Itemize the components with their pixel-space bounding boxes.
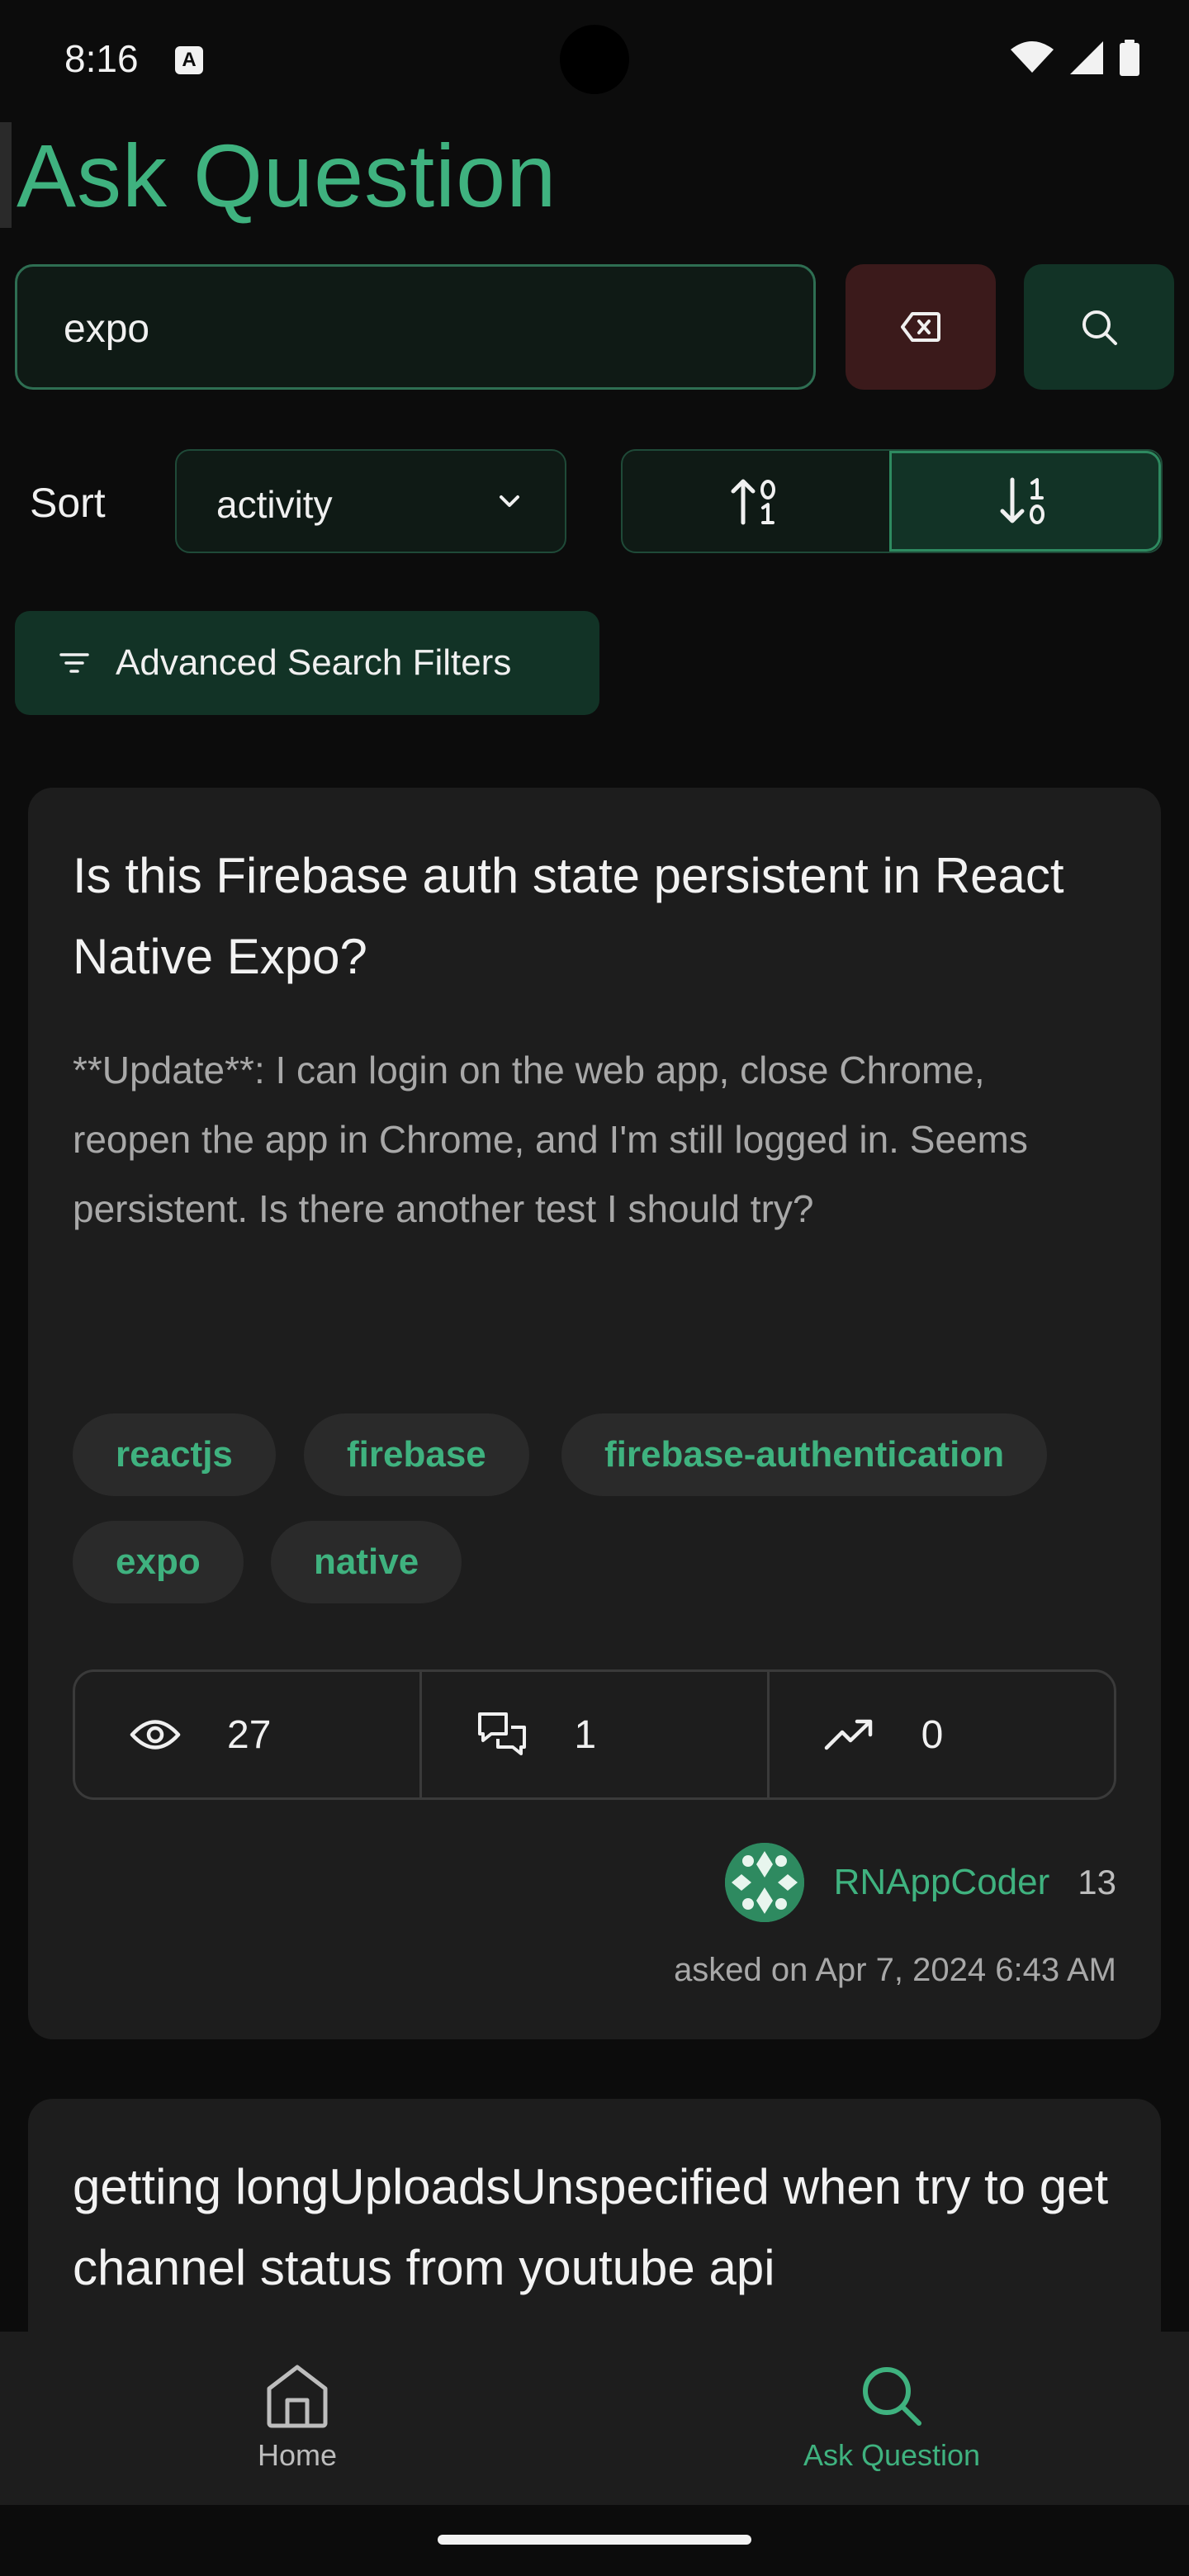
nav-home[interactable]: Home <box>0 2332 594 2505</box>
status-time: 8:16 <box>64 37 139 80</box>
back-edge <box>0 122 12 228</box>
advanced-filters-button[interactable]: Advanced Search Filters <box>15 611 599 715</box>
comments-icon <box>478 1712 527 1755</box>
eye-icon <box>130 1720 181 1750</box>
status-bar: 8:16 A <box>0 0 1189 116</box>
nav-ask-question[interactable]: Ask Question <box>594 2332 1189 2505</box>
answers-stat: 1 <box>419 1672 766 1797</box>
backspace-icon <box>901 312 940 342</box>
answers-count: 1 <box>574 1712 597 1757</box>
score-count: 0 <box>921 1712 944 1757</box>
page-title: Ask Question <box>17 125 557 225</box>
score-stat: 0 <box>766 1672 1114 1797</box>
author-name[interactable]: RNAppCoder <box>834 1862 1050 1903</box>
sort-order-toggle <box>621 449 1163 553</box>
question-excerpt: **Update**: I can login on the web app, … <box>73 1049 1028 1230</box>
question-title[interactable]: Is this Firebase auth state persistent i… <box>73 836 1130 997</box>
advanced-filters-label: Advanced Search Filters <box>116 642 512 683</box>
tag-chip[interactable]: expo <box>73 1521 244 1603</box>
asked-date: asked on Apr 7, 2024 6:43 AM <box>674 1952 1116 1988</box>
author-info[interactable]: RNAppCoder 13 <box>724 1843 1116 1922</box>
notification-icon: A <box>175 46 203 74</box>
clear-search-button[interactable] <box>846 264 996 390</box>
views-count: 27 <box>227 1712 272 1757</box>
search-icon <box>1082 310 1117 345</box>
sort-select[interactable]: activity <box>175 449 566 553</box>
home-icon <box>267 2365 328 2428</box>
search-button[interactable] <box>1024 264 1174 390</box>
sort-ascending-button[interactable] <box>623 451 889 552</box>
question-stats: 27 1 0 <box>73 1669 1116 1800</box>
camera-cutout <box>560 25 629 94</box>
nav-home-label: Home <box>257 2438 338 2472</box>
search-input-value: expo <box>64 307 150 351</box>
sort-descending-button[interactable] <box>889 451 1161 552</box>
author-reputation: 13 <box>1078 1863 1116 1901</box>
wifi-icon <box>1011 41 1054 73</box>
tag-chip[interactable]: firebase <box>304 1413 529 1496</box>
tag-chip[interactable]: firebase-authentication <box>561 1413 1048 1496</box>
question-card[interactable]: Is this Firebase auth state persistent i… <box>28 788 1161 2039</box>
gesture-bar[interactable] <box>438 2535 751 2545</box>
filter-icon <box>59 653 89 673</box>
identicon-icon <box>724 1843 804 1922</box>
tag-chip[interactable]: reactjs <box>73 1413 276 1496</box>
views-stat: 27 <box>75 1672 419 1797</box>
search-input[interactable]: expo <box>15 264 816 390</box>
nav-ask-label: Ask Question <box>803 2438 981 2472</box>
signal-icon <box>1070 41 1103 74</box>
status-icons <box>1011 40 1139 76</box>
search-icon <box>863 2367 921 2426</box>
avatar[interactable] <box>724 1843 804 1922</box>
chevron-down-icon <box>500 495 519 507</box>
sort-ascending-icon <box>731 479 775 525</box>
sort-label: Sort <box>30 480 106 526</box>
question-title[interactable]: getting longUploadsUnspecified when try … <box>73 2147 1130 2308</box>
bottom-nav: Home Ask Question <box>0 2332 1189 2505</box>
tag-chip[interactable]: native <box>271 1521 462 1603</box>
sort-select-value: activity <box>216 483 333 526</box>
sort-descending-icon <box>1000 477 1045 524</box>
battery-icon <box>1120 40 1139 76</box>
trending-up-icon <box>824 1719 872 1750</box>
